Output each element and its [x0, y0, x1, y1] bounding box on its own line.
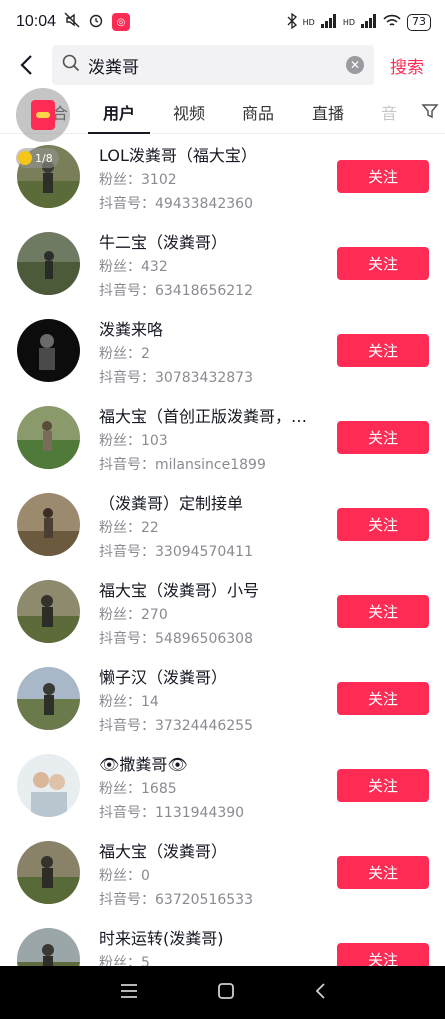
list-item[interactable]: 福大宝（泼粪哥）小号 粉丝：270 抖音号：54896506308 关注: [0, 569, 445, 656]
follower-count: 粉丝：14: [99, 694, 159, 710]
avatar[interactable]: [17, 493, 80, 556]
follower-count: 粉丝：432: [99, 259, 168, 275]
red-envelope-icon: [31, 100, 55, 130]
follower-count: 粉丝：5: [99, 955, 150, 966]
signal-icon: [320, 13, 337, 31]
list-item[interactable]: LOL泼粪哥（福大宝） 粉丝：3102 抖音号：49433842360 关注: [0, 134, 445, 221]
search-button[interactable]: 搜索: [390, 53, 424, 78]
douyin-id: 抖音号：30783432873: [99, 370, 253, 386]
douyin-id: 抖音号：37324446255: [99, 718, 253, 734]
list-item[interactable]: （泼粪哥）定制接单 粉丝：22 抖音号：33094570411 关注: [0, 482, 445, 569]
user-result-list: LOL泼粪哥（福大宝） 粉丝：3102 抖音号：49433842360 关注 牛…: [0, 134, 445, 966]
tab-live[interactable]: 直播: [312, 90, 344, 134]
follower-count: 粉丝：3102: [99, 172, 177, 188]
list-item[interactable]: 福大宝（泼粪哥） 粉丝：0 抖音号：63720516533 关注: [0, 830, 445, 917]
reward-counter: 1/8: [16, 148, 59, 168]
search-query-text[interactable]: 泼粪哥: [88, 53, 346, 78]
home-icon[interactable]: [217, 982, 235, 1004]
tab-products[interactable]: 商品: [242, 90, 274, 134]
status-bar: 10:04 ◎ HD HD 73: [0, 0, 445, 44]
follow-button[interactable]: 关注: [337, 769, 429, 802]
back-icon[interactable]: [314, 982, 326, 1004]
bluetooth-icon: [287, 12, 297, 32]
tab-music[interactable]: 音: [381, 90, 397, 134]
reward-counter-text: 1/8: [35, 151, 53, 165]
follow-button[interactable]: 关注: [337, 595, 429, 628]
user-name: （泼粪哥）定制接单: [99, 494, 244, 513]
user-name: LOL泼粪哥（福大宝）: [99, 146, 257, 165]
tab-users[interactable]: 用户: [87, 90, 151, 134]
follower-count: 粉丝：103: [99, 433, 168, 449]
follow-button[interactable]: 关注: [337, 334, 429, 367]
signal-icon: [361, 13, 377, 31]
signal-label-2: HD: [342, 17, 355, 27]
follow-button[interactable]: 关注: [337, 943, 429, 966]
list-item[interactable]: 👁撒粪哥👁 粉丝：1685 抖音号：1131944390 关注: [0, 743, 445, 830]
back-arrow-icon: [20, 55, 32, 75]
filter-icon[interactable]: [421, 102, 439, 124]
follower-count: 粉丝：270: [99, 607, 168, 623]
user-name: 时来运转(泼粪哥): [99, 929, 224, 948]
douyin-id: 抖音号：63720516533: [99, 892, 253, 908]
avatar[interactable]: [17, 841, 80, 904]
app-notification-icon: ◎: [112, 13, 131, 31]
search-input[interactable]: 泼粪哥 ✕: [52, 45, 374, 85]
alarm-icon: [88, 12, 104, 32]
wifi-icon: [383, 14, 401, 31]
douyin-id: 抖音号：milansince1899: [99, 457, 266, 473]
douyin-id: 抖音号：1131944390: [99, 805, 245, 821]
user-name: 泼粪来咯: [99, 320, 164, 339]
douyin-id: 抖音号：33094570411: [99, 544, 253, 560]
user-name: 牛二宝（泼粪哥）: [99, 233, 228, 252]
list-item[interactable]: 时来运转(泼粪哥) 粉丝：5 关注: [0, 917, 445, 966]
user-name: 👁撒粪哥👁: [99, 755, 188, 774]
follower-count: 粉丝：22: [99, 520, 159, 536]
douyin-id: 抖音号：54896506308: [99, 631, 253, 647]
back-button[interactable]: [0, 44, 52, 86]
follow-button[interactable]: 关注: [337, 682, 429, 715]
battery-indicator: 73: [407, 13, 431, 31]
follower-count: 粉丝：0: [99, 868, 150, 884]
tab-videos[interactable]: 视频: [173, 90, 205, 134]
douyin-id: 抖音号：49433842360: [99, 196, 253, 212]
follow-button[interactable]: 关注: [337, 421, 429, 454]
follow-button[interactable]: 关注: [337, 856, 429, 889]
status-time: 10:04: [16, 13, 57, 30]
user-name: 福大宝（泼粪哥）小号: [99, 581, 260, 600]
list-item[interactable]: 牛二宝（泼粪哥） 粉丝：432 抖音号：63418656212 关注: [0, 221, 445, 308]
avatar[interactable]: [17, 667, 80, 730]
avatar[interactable]: [17, 406, 80, 469]
follow-button[interactable]: 关注: [337, 160, 429, 193]
mute-icon: [64, 12, 80, 32]
system-nav-bar: [0, 966, 445, 1019]
list-item[interactable]: 懒子汉（泼粪哥） 粉丝：14 抖音号：37324446255 关注: [0, 656, 445, 743]
list-item[interactable]: 泼粪来咯 粉丝：2 抖音号：30783432873 关注: [0, 308, 445, 395]
avatar[interactable]: [17, 754, 80, 817]
douyin-id: 抖音号：63418656212: [99, 283, 253, 299]
user-name: 福大宝（首创正版泼粪哥，…: [99, 407, 308, 426]
user-name: 懒子汉（泼粪哥）: [99, 668, 228, 687]
follower-count: 粉丝：2: [99, 346, 150, 362]
search-icon: [62, 54, 80, 76]
avatar[interactable]: [17, 319, 80, 382]
signal-label-1: HD: [302, 17, 315, 27]
avatar[interactable]: [17, 232, 80, 295]
search-header: 泼粪哥 ✕ 搜索: [0, 44, 445, 86]
follower-count: 粉丝：1685: [99, 781, 177, 797]
list-item[interactable]: 福大宝（首创正版泼粪哥，… 粉丝：103 抖音号：milansince1899 …: [0, 395, 445, 482]
avatar[interactable]: [17, 928, 80, 966]
coin-icon: [18, 151, 32, 165]
avatar[interactable]: [17, 580, 80, 643]
clear-icon[interactable]: ✕: [346, 56, 364, 74]
user-name: 福大宝（泼粪哥）: [99, 842, 228, 861]
menu-icon[interactable]: [120, 983, 138, 1003]
follow-button[interactable]: 关注: [337, 508, 429, 541]
follow-button[interactable]: 关注: [337, 247, 429, 280]
